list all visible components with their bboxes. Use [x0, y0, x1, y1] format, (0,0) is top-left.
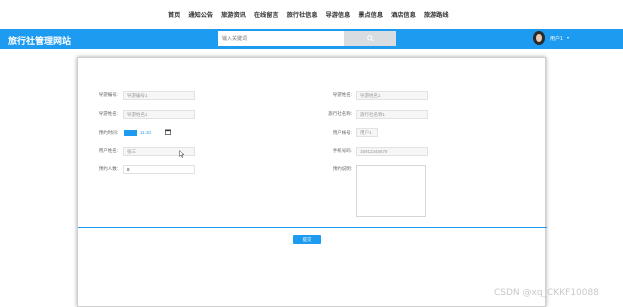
book-time-label: 预约时间:	[98, 130, 118, 135]
guide-no-label: 导游编号:	[98, 92, 118, 97]
people-count-field[interactable]: 8	[123, 165, 195, 174]
mouse-cursor-icon	[179, 150, 185, 158]
phone-label: 手机号码:	[332, 148, 352, 153]
guide-name-right-label: 导游姓名:	[332, 92, 352, 97]
user-account-label: 用户帐号:	[332, 130, 352, 135]
watermark: CSDN @xq_CKKF10088	[494, 288, 599, 298]
search-input[interactable]	[218, 31, 344, 46]
phone-field[interactable]: 16912345678	[356, 147, 428, 156]
booking-form-card: 导游编号: 导游编号1 导游姓名: 导游姓名1 预约时间: 11:10 用户姓名…	[77, 57, 547, 307]
top-navigation: 首页 通知公告 旅游资讯 在线留言 旅行社信息 导游信息 景点信息 酒店信息 旅…	[0, 0, 623, 28]
header-bar: 旅行社管理网站 用户1 ▾	[0, 29, 623, 49]
submit-button[interactable]: 提交	[293, 235, 321, 244]
chevron-down-icon[interactable]: ▾	[567, 35, 569, 40]
agency-name-field[interactable]: 旅行社名称1	[356, 110, 428, 119]
nav-item-travel-routes[interactable]: 旅游路线	[424, 10, 449, 19]
nav-item-scenic-info[interactable]: 景点信息	[358, 10, 383, 19]
form-divider	[78, 227, 547, 228]
user-name-label: 用户姓名:	[98, 148, 118, 153]
user-account-field[interactable]: 用户1	[356, 128, 378, 137]
user-avatar[interactable]	[533, 31, 545, 45]
guide-name-label: 导游姓名:	[98, 111, 118, 116]
nav-item-messages[interactable]: 在线留言	[254, 10, 279, 19]
user-name[interactable]: 用户1	[550, 35, 563, 42]
search-button[interactable]	[344, 31, 396, 46]
search-icon	[366, 35, 374, 42]
agency-name-label: 旅行社名称:	[328, 111, 352, 116]
nav-item-agency-info[interactable]: 旅行社信息	[287, 10, 318, 19]
guide-name-field[interactable]: 导游姓名1	[123, 110, 195, 119]
book-time-value[interactable]: 11:10	[140, 130, 151, 135]
nav-item-guide-info[interactable]: 导游信息	[326, 10, 351, 19]
remark-label: 预约说明:	[332, 166, 352, 171]
people-count-label: 预约人数:	[98, 166, 118, 171]
nav-item-hotel-info[interactable]: 酒店信息	[391, 10, 416, 19]
guide-no-field[interactable]: 导游编号1	[123, 91, 195, 100]
calendar-icon[interactable]	[165, 129, 171, 135]
nav-item-notices[interactable]: 通知公告	[188, 10, 213, 19]
guide-name-right-field[interactable]: 导游姓名1	[356, 91, 428, 100]
nav-item-travel-news[interactable]: 旅游资讯	[221, 10, 246, 19]
remark-textarea[interactable]	[356, 165, 426, 217]
site-title: 旅行社管理网站	[8, 37, 72, 47]
top-nav-items: 首页 通知公告 旅游资讯 在线留言 旅行社信息 导游信息 景点信息 酒店信息 旅…	[168, 10, 449, 19]
nav-item-home[interactable]: 首页	[168, 10, 180, 19]
date-highlight[interactable]	[124, 130, 137, 136]
